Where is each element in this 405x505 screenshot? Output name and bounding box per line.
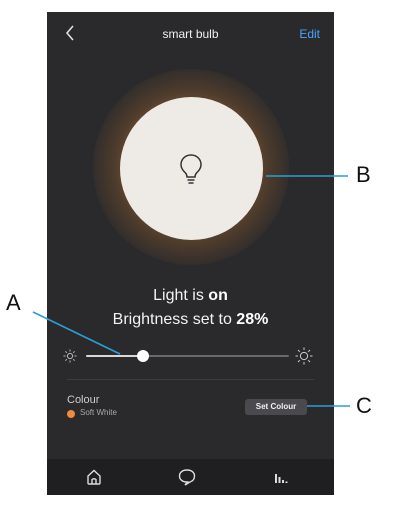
brightness-slider[interactable] — [47, 345, 334, 367]
divider — [67, 379, 314, 380]
sun-small-icon — [63, 349, 77, 363]
callout-a: A — [6, 290, 21, 315]
app-screen: smart bulb Edit Light is on Brightness s… — [47, 12, 334, 495]
callout-b: B — [356, 162, 371, 187]
sun-large-icon — [295, 347, 313, 365]
lightbulb-icon — [180, 154, 202, 184]
callout-c: C — [356, 393, 372, 418]
slider-thumb[interactable] — [137, 350, 149, 362]
colour-swatch — [67, 410, 75, 418]
colour-label: Colour — [67, 394, 100, 406]
nav-stats[interactable] — [271, 467, 291, 487]
bulb-toggle-button[interactable] — [120, 97, 263, 240]
brightness-status: Brightness set to 28% — [112, 311, 269, 328]
edit-button[interactable]: Edit — [299, 27, 320, 41]
chat-icon — [178, 469, 196, 486]
slider-track[interactable] — [86, 350, 289, 362]
home-icon — [87, 469, 101, 485]
bottom-nav — [47, 459, 334, 495]
colour-value: Soft White — [80, 408, 117, 417]
nav-home[interactable] — [84, 467, 104, 487]
top-bar: smart bulb Edit — [47, 12, 334, 54]
stats-icon — [275, 474, 288, 483]
slider-fill — [86, 355, 143, 357]
set-colour-button[interactable]: Set Colour — [245, 399, 307, 415]
brightness-value: 28% — [236, 311, 269, 328]
light-state: on — [208, 287, 228, 304]
nav-chat[interactable] — [177, 467, 197, 487]
light-status: Light is on — [153, 287, 228, 304]
page-title: smart bulb — [162, 27, 219, 41]
